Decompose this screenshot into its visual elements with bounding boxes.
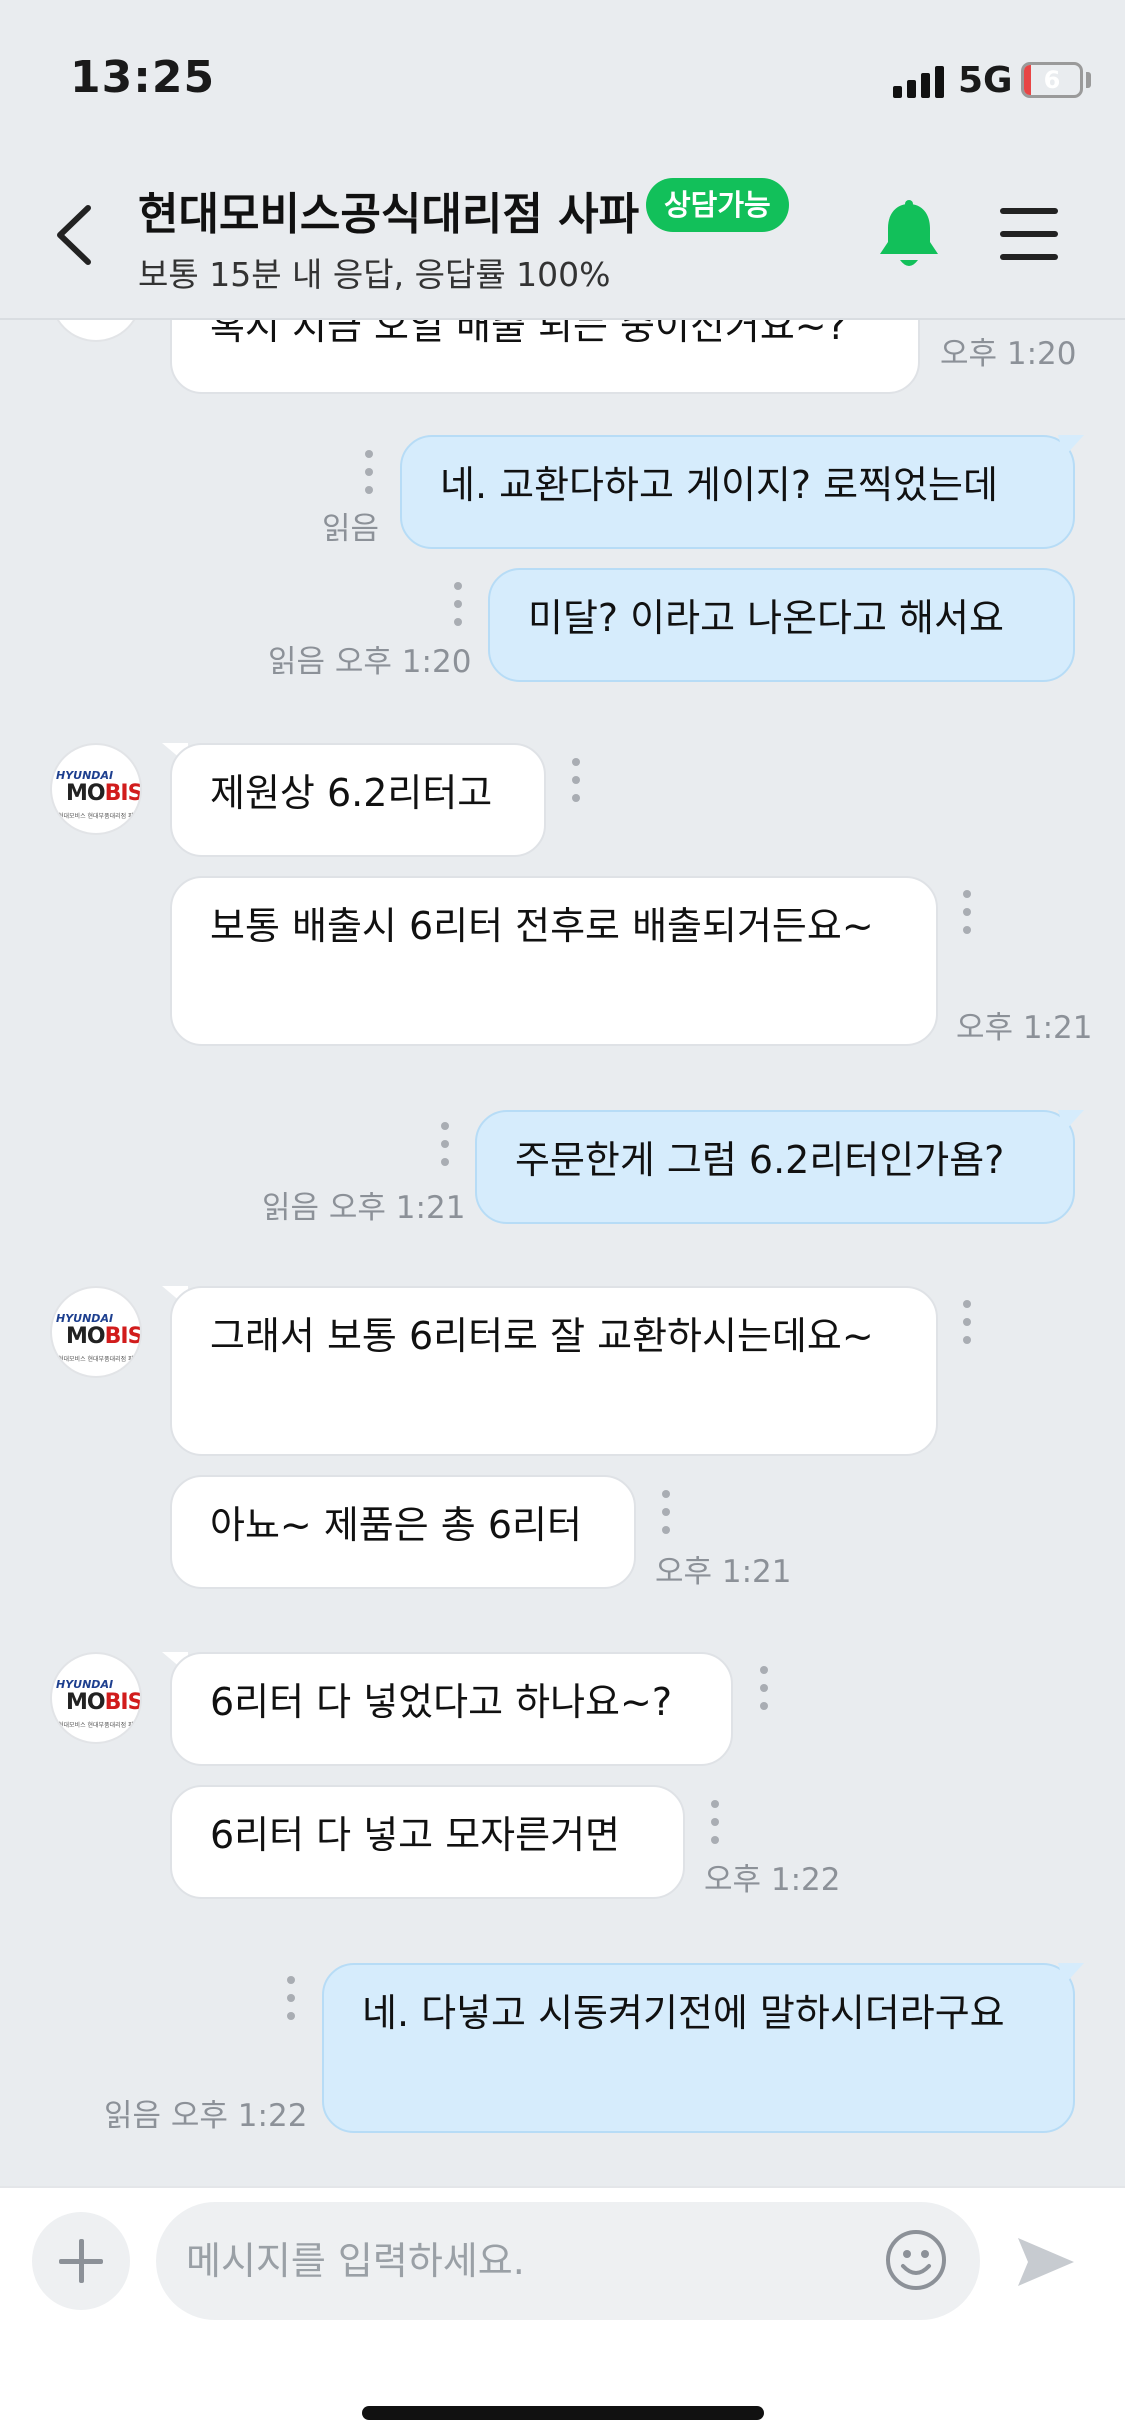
battery-tip xyxy=(1086,72,1091,88)
more-options-icon[interactable] xyxy=(711,1800,719,1844)
message-text: 6리터 다 넣었다고 하나요~? xyxy=(210,1680,673,1724)
message-bubble-incoming[interactable]: 제원상 6.2리터고 xyxy=(170,743,546,857)
home-indicator xyxy=(362,2406,764,2420)
more-options-icon[interactable] xyxy=(662,1490,670,1534)
signal-icon xyxy=(893,66,945,98)
bubble-tail xyxy=(1058,1110,1084,1132)
message-bubble-outgoing[interactable]: 미달? 이라고 나온다고 해서요 xyxy=(488,568,1075,682)
message-input[interactable] xyxy=(156,2202,980,2320)
avatar[interactable]: HYUNDAI MOBIS 현대모비스 현대부품대리점 파사파 xyxy=(50,743,142,835)
read-status: 읽음 xyxy=(262,1190,320,1226)
avatar[interactable]: HYUNDAI MOBIS xyxy=(50,320,142,342)
message-bubble-outgoing[interactable]: 주문한게 그럼 6.2리터인가욤? xyxy=(475,1110,1075,1224)
bell-icon[interactable] xyxy=(870,198,948,276)
read-status: 읽음 xyxy=(104,2098,162,2134)
read-status: 읽음 xyxy=(268,644,326,680)
message-bubble-outgoing[interactable]: 네. 교환다하고 게이지? 로찍었는데 xyxy=(400,435,1075,549)
bubble-tail xyxy=(1058,1963,1084,1985)
more-options-icon[interactable] xyxy=(572,758,580,802)
menu-icon[interactable] xyxy=(1000,206,1058,262)
more-options-icon[interactable] xyxy=(441,1122,449,1166)
more-options-icon[interactable] xyxy=(454,582,462,626)
message-bubble-incoming[interactable]: 보통 배출시 6리터 전후로 배출되거든요~ xyxy=(170,876,938,1046)
message-text: 그래서 보통 6리터로 잘 교환하시는데요~ xyxy=(210,1314,874,1358)
message-bubble-outgoing[interactable]: 네. 다넣고 시동켜기전에 말하시더라구요 xyxy=(322,1963,1075,2133)
message-bubble-incoming[interactable]: 그래서 보통 6리터로 잘 교환하시는데요~ xyxy=(170,1286,938,1456)
battery-level: 6 xyxy=(1043,66,1061,94)
message-time: 오후 1:21 xyxy=(956,1010,1093,1046)
message-text: 제원상 6.2리터고 xyxy=(210,771,493,815)
message-bubble-incoming[interactable]: 6리터 다 넣었다고 하나요~? xyxy=(170,1652,733,1766)
message-text: 6리터 다 넣고 모자른거면 xyxy=(210,1813,621,1857)
more-options-icon[interactable] xyxy=(963,890,971,934)
more-options-icon[interactable] xyxy=(365,450,373,494)
message-text: 혹시 지금 오일 배출 되는 중이신거요~? xyxy=(210,320,847,348)
more-options-icon[interactable] xyxy=(963,1300,971,1344)
message-text: 주문한게 그럼 6.2리터인가욤? xyxy=(515,1138,1005,1182)
bubble-tail xyxy=(1058,435,1084,457)
back-button[interactable] xyxy=(50,200,100,270)
avatar[interactable]: HYUNDAI MOBIS 현대모비스 현대부품대리점 파사파 xyxy=(50,1286,142,1378)
message-text: 미달? 이라고 나온다고 해서요 xyxy=(528,596,1004,640)
message-time: 오후 1:21 xyxy=(328,1190,466,1226)
status-time: 13:25 xyxy=(70,52,216,103)
message-time: 오후 1:20 xyxy=(334,644,472,680)
message-bubble-incoming[interactable]: 6리터 다 넣고 모자른거면 xyxy=(170,1785,685,1899)
message-bubble-incoming[interactable]: 아뇨~ 제품은 총 6리터 xyxy=(170,1475,636,1589)
message-text: 네. 교환다하고 게이지? 로찍었는데 xyxy=(440,463,998,507)
battery-icon: 6 xyxy=(1021,62,1083,98)
message-time: 오후 1:22 xyxy=(170,2098,308,2134)
more-options-icon[interactable] xyxy=(287,1976,295,2020)
message-input-bar xyxy=(0,2186,1125,2436)
message-bubble-incoming[interactable]: 혹시 지금 오일 배출 되는 중이신거요~? xyxy=(170,320,920,394)
emoji-icon[interactable] xyxy=(884,2228,948,2292)
message-time: 오후 1:21 xyxy=(655,1554,792,1590)
message-text: 네. 다넣고 시동켜기전에 말하시더라구요 xyxy=(362,1991,1005,2035)
attach-button[interactable] xyxy=(32,2212,130,2310)
message-text: 아뇨~ 제품은 총 6리터 xyxy=(210,1503,582,1547)
message-time: 오후 1:22 xyxy=(704,1862,841,1898)
chevron-left-icon xyxy=(57,205,91,265)
chat-title: 현대모비스공식대리점 사파 xyxy=(138,189,640,240)
message-text: 보통 배출시 6리터 전후로 배출되거든요~ xyxy=(210,904,874,948)
read-status-time: 읽음 오후 1:21 xyxy=(262,1182,465,1227)
more-options-icon[interactable] xyxy=(760,1666,768,1710)
status-badge: 상담가능 xyxy=(646,178,789,232)
chat-header: 현대모비스공식대리점 사파 상담가능 보통 15분 내 응답, 응답률 100% xyxy=(0,150,1125,320)
read-status: 읽음 xyxy=(322,511,380,547)
avatar[interactable]: HYUNDAI MOBIS 현대모비스 현대부품대리점 파사파 xyxy=(50,1652,142,1744)
message-time: 오후 1:20 xyxy=(940,336,1077,372)
response-info: 보통 15분 내 응답, 응답률 100% xyxy=(138,255,611,294)
send-icon[interactable] xyxy=(1014,2230,1078,2294)
read-status-time: 읽음 오후 1:22 xyxy=(104,2090,307,2135)
read-status-time: 읽음 오후 1:20 xyxy=(268,636,471,681)
status-bar: 13:25 5G 6 xyxy=(0,0,1125,150)
network-type: 5G xyxy=(958,60,1013,101)
chat-area[interactable]: HYUNDAI MOBIS 혹시 지금 오일 배출 되는 중이신거요~? 오후 … xyxy=(0,320,1125,2186)
